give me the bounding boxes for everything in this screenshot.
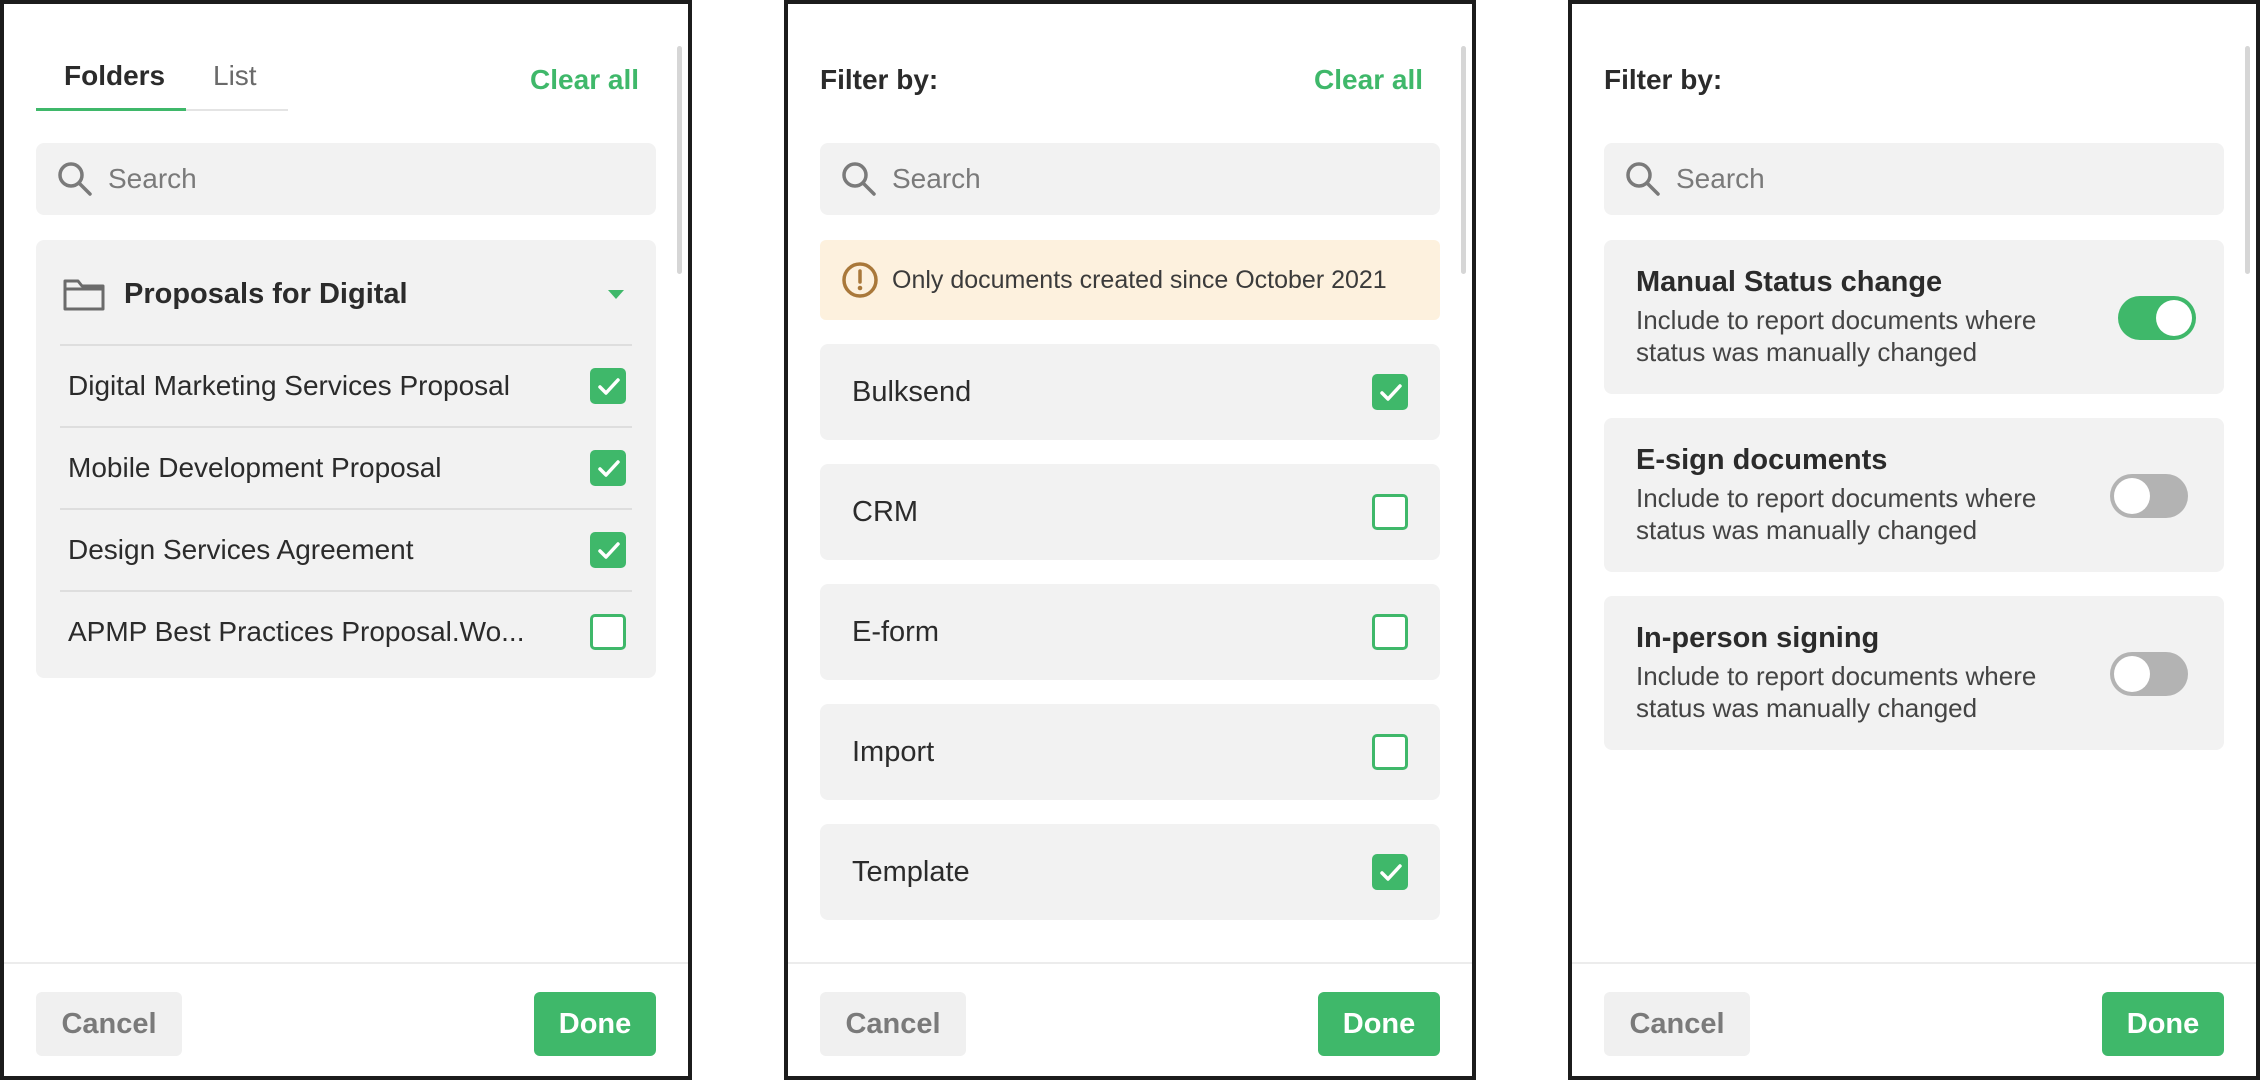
toggle-description: Include to report documents where status… (1636, 661, 2037, 723)
chevron-down-icon[interactable] (608, 290, 624, 299)
done-button[interactable]: Done (1318, 992, 1440, 1056)
scrollbar[interactable] (677, 46, 682, 274)
document-label: Design Services Agreement (68, 534, 414, 565)
option-checkbox[interactable] (1372, 854, 1408, 890)
option-label: Template (852, 856, 970, 888)
option-checkbox[interactable] (1372, 614, 1408, 650)
info-notice: Only documents created since October 202… (820, 240, 1440, 320)
option-checkbox[interactable] (1372, 494, 1408, 530)
manual-status-toggle[interactable] (2118, 296, 2196, 340)
toggle-option: Manual Status change Include to report d… (1604, 240, 2224, 394)
tab-folders[interactable]: Folders (64, 56, 165, 96)
list-item[interactable]: Digital Marketing Services Proposal (60, 344, 632, 426)
warning-icon (842, 262, 878, 298)
search-icon (842, 162, 876, 196)
search-icon (1626, 162, 1660, 196)
list-item[interactable]: Template (820, 824, 1440, 920)
option-checkbox[interactable] (1372, 374, 1408, 410)
filter-title: Filter by: (820, 64, 939, 95)
toggle-title: In-person signing (1636, 622, 1880, 654)
search-box (36, 143, 656, 215)
checkmark-icon (1380, 384, 1402, 401)
done-button[interactable]: Done (2102, 992, 2224, 1056)
checkmark-icon (598, 378, 620, 395)
toggle-title: E-sign documents (1636, 444, 1888, 476)
toggle-knob (2156, 300, 2192, 336)
panel-footer: Cancel Done (788, 962, 1472, 1076)
document-label: Mobile Development Proposal (68, 452, 442, 483)
checkmark-icon (598, 460, 620, 477)
folder-card: Proposals for Digital Digital Marketing … (36, 240, 656, 678)
search-input[interactable] (1676, 143, 2208, 215)
scrollbar[interactable] (1461, 46, 1466, 274)
folders-filter-panel: Folders List Clear all Proposals for Dig… (0, 0, 692, 1080)
list-item[interactable]: Import (820, 704, 1440, 800)
list-item[interactable]: E-form (820, 584, 1440, 680)
panel-header: Folders List Clear all (36, 56, 656, 112)
option-label: E-form (852, 616, 939, 648)
search-box (1604, 143, 2224, 215)
toggle-knob (2114, 478, 2150, 514)
checkmark-icon (598, 542, 620, 559)
option-checkbox[interactable] (1372, 734, 1408, 770)
search-input[interactable] (108, 143, 640, 215)
filter-title: Filter by: (1604, 64, 1723, 95)
toggle-option: In-person signing Include to report docu… (1604, 596, 2224, 750)
checkmark-icon (1380, 864, 1402, 881)
cancel-button[interactable]: Cancel (36, 992, 182, 1056)
list-item[interactable]: Mobile Development Proposal (60, 426, 632, 508)
tab-list[interactable]: List (213, 56, 257, 96)
search-icon (58, 162, 92, 196)
cancel-button[interactable]: Cancel (1604, 992, 1750, 1056)
document-checkbox[interactable] (590, 614, 626, 650)
clear-all-button[interactable]: Clear all (1314, 60, 1423, 100)
option-label: Bulksend (852, 376, 972, 408)
folder-header[interactable]: Proposals for Digital (36, 240, 656, 344)
toggle-description: Include to report documents where status… (1636, 305, 2037, 367)
panel-header: Filter by: (1604, 56, 2224, 112)
search-box (820, 143, 1440, 215)
document-checkbox[interactable] (590, 368, 626, 404)
document-label: APMP Best Practices Proposal.Wo... (68, 616, 525, 647)
in-person-signing-toggle[interactable] (2110, 652, 2188, 696)
done-button[interactable]: Done (534, 992, 656, 1056)
document-checkbox[interactable] (590, 450, 626, 486)
toggle-description: Include to report documents where status… (1636, 483, 2037, 545)
panel-header: Filter by: Clear all (820, 56, 1440, 112)
panel-footer: Cancel Done (1572, 962, 2256, 1076)
folder-title: Proposals for Digital (124, 278, 408, 310)
document-checkbox[interactable] (590, 532, 626, 568)
toggle-knob (2114, 656, 2150, 692)
cancel-button[interactable]: Cancel (820, 992, 966, 1056)
notice-text: Only documents created since October 202… (892, 266, 1387, 294)
source-filter-panel: Filter by: Clear all Only documents crea… (784, 0, 1476, 1080)
option-label: Import (852, 736, 935, 768)
clear-all-button[interactable]: Clear all (530, 60, 639, 100)
list-item[interactable]: CRM (820, 464, 1440, 560)
option-label: CRM (852, 496, 919, 528)
list-item[interactable]: Design Services Agreement (60, 508, 632, 590)
folder-icon (63, 279, 105, 311)
toggle-title: Manual Status change (1636, 266, 1943, 298)
list-item[interactable]: APMP Best Practices Proposal.Wo... (60, 590, 632, 672)
document-label: Digital Marketing Services Proposal (68, 370, 510, 401)
panel-footer: Cancel Done (4, 962, 688, 1076)
scrollbar[interactable] (2245, 46, 2250, 274)
esign-toggle[interactable] (2110, 474, 2188, 518)
status-filter-panel: Filter by: Manual Status change Include … (1568, 0, 2260, 1080)
active-tab-indicator (36, 108, 186, 111)
toggle-option: E-sign documents Include to report docum… (1604, 418, 2224, 572)
search-input[interactable] (892, 143, 1424, 215)
list-item[interactable]: Bulksend (820, 344, 1440, 440)
